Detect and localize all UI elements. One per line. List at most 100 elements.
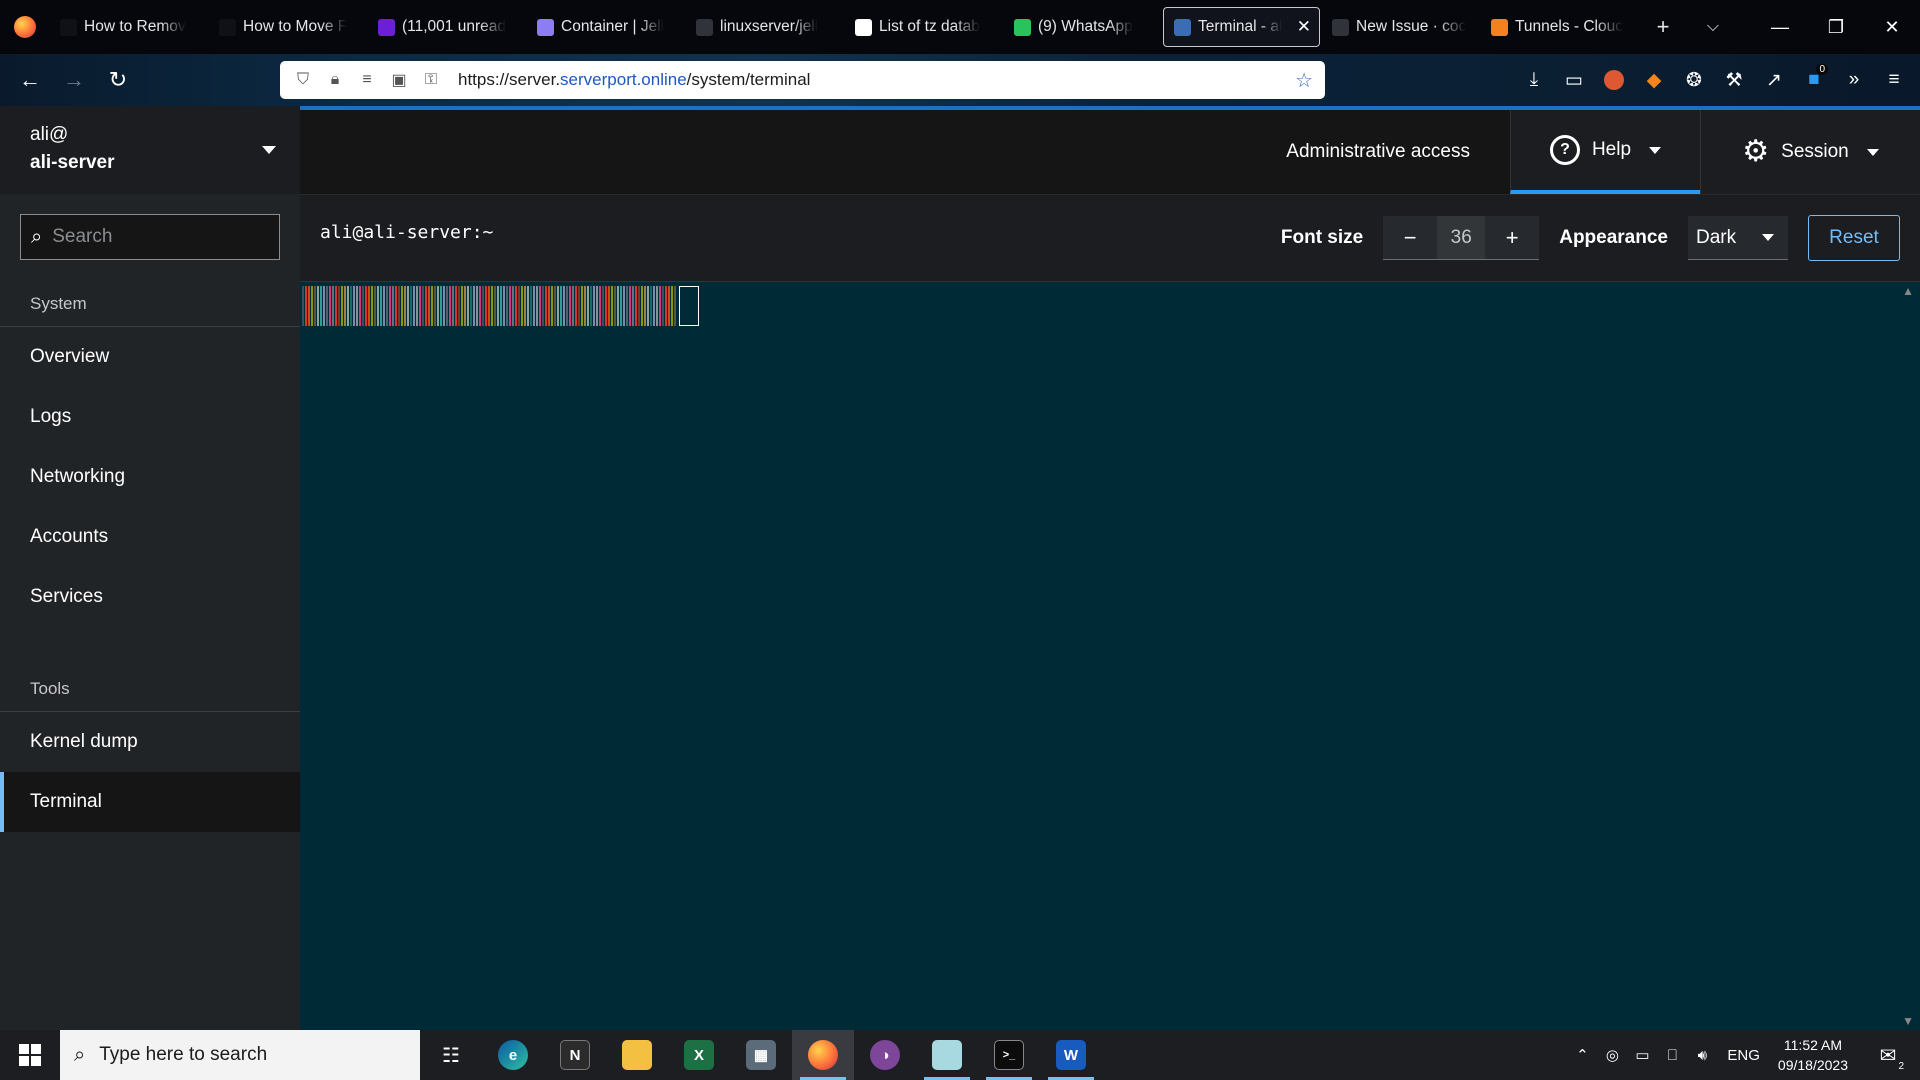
github-icon [1332, 18, 1349, 36]
browser-tab[interactable]: (9) WhatsApp [1004, 7, 1161, 47]
font-size-value[interactable]: 36 [1437, 216, 1486, 260]
duckduckgo-icon[interactable] [1596, 60, 1632, 100]
browser-tab-label: New Issue · coc [1356, 18, 1467, 35]
browser-tab[interactable]: (11,001 unread [368, 7, 525, 47]
browser-tab[interactable]: Terminal - al ✕ [1163, 7, 1320, 47]
taskbar-edge[interactable]: e [482, 1030, 544, 1080]
main-content: Administrative access ? Help ⚙ Session a… [300, 106, 1920, 1030]
github-icon [696, 18, 713, 36]
show-hidden-icons-icon[interactable]: ⌃ [1571, 1046, 1593, 1064]
sidebar-item-logs[interactable]: Logs [0, 387, 300, 447]
help-menu[interactable]: ? Help [1510, 110, 1700, 194]
downloads-icon[interactable]: ⤓ [1516, 60, 1552, 100]
share-icon[interactable]: ↗ [1756, 60, 1792, 100]
host-switcher[interactable]: ali@ ali-server [0, 106, 300, 194]
language-indicator[interactable]: ENG [1727, 1047, 1760, 1064]
permissions-icon[interactable]: ≡ [356, 69, 378, 91]
metamask-icon[interactable]: ◆ [1636, 60, 1672, 100]
network-icon[interactable]: ⎕ [1661, 1047, 1683, 1064]
extension-card-icon[interactable]: ▭ [1556, 60, 1592, 100]
minimize-window-button[interactable]: — [1752, 0, 1808, 54]
system-tray: ⌃ ◎ ▭ ⎕ 🔊︎ ENG 11:52 AM 09/18/2023 ✉ 2 [1571, 1030, 1920, 1080]
terminal-screen[interactable]: ▲ ▼ [300, 282, 1920, 1030]
sidebar-item-networking[interactable]: Networking [0, 447, 300, 507]
taskbar-search[interactable]: ⌕ Type here to search [60, 1030, 420, 1080]
back-button[interactable]: ← [8, 60, 52, 100]
help-icon: ? [1549, 135, 1580, 165]
bookmark-star-icon[interactable]: ☆ [1295, 68, 1313, 93]
address-bar[interactable]: ⛉ 🔒︎ ≡ ▣ ⚿ https://server.serverport.onl… [280, 61, 1325, 99]
taskbar-notepad[interactable] [916, 1030, 978, 1080]
firefox-icon [808, 1040, 838, 1070]
scroll-down-arrow-icon[interactable]: ▼ [1902, 1014, 1914, 1028]
shield-icon[interactable]: ⛉ [292, 69, 314, 91]
search-input[interactable] [52, 226, 253, 248]
firefox-icon[interactable] [0, 0, 50, 54]
lock-icon[interactable]: 🔒︎ [324, 69, 346, 91]
key-icon[interactable]: ⚿ [420, 69, 442, 91]
close-tab-icon[interactable]: ✕ [1297, 17, 1311, 37]
appearance-select[interactable]: Dark [1688, 216, 1788, 260]
sidebar-search[interactable]: ⌕ [20, 214, 280, 260]
hamburger-menu-icon[interactable]: ≡ [1876, 60, 1912, 100]
webcam-icon[interactable]: ◎ [1601, 1046, 1623, 1064]
sidebar-item-kernel-dump[interactable]: Kernel dump [0, 712, 300, 772]
caret-down-icon[interactable] [262, 146, 276, 154]
notion-icon: N [560, 1040, 590, 1070]
windows-logo-icon [19, 1044, 41, 1066]
battery-icon[interactable]: ▭ [1631, 1046, 1653, 1064]
sidebar-item-overview[interactable]: Overview [0, 327, 300, 387]
reload-button[interactable]: ↻ [96, 60, 140, 100]
caret-down-icon [1866, 148, 1879, 156]
session-menu[interactable]: ⚙ Session [1700, 110, 1920, 194]
reset-button[interactable]: Reset [1808, 215, 1900, 261]
sidebar-item-services[interactable]: Services [0, 567, 300, 627]
browser-tab[interactable]: Container | Jell [527, 7, 684, 47]
taskbar-tor[interactable]: ◑ [854, 1030, 916, 1080]
browser-tab-bar: How to Remov How to Move F (11,001 unread C… [0, 0, 1920, 54]
font-size-decrease-button[interactable]: − [1383, 216, 1438, 260]
browser-tab[interactable]: How to Move F [209, 7, 366, 47]
volume-icon[interactable]: 🔊︎ [1691, 1047, 1713, 1064]
sidebar-item-accounts[interactable]: Accounts [0, 507, 300, 567]
browser-tab[interactable]: Tunnels - Clouc [1481, 7, 1638, 47]
extension-puzzle-icon[interactable]: ❂ [1676, 60, 1712, 100]
search-icon: ⌕ [31, 225, 43, 248]
globe-icon [219, 18, 236, 36]
terminal-toolbar: ali@ali-server:~ Font size − 36 + Appear… [300, 194, 1920, 282]
tor-icon: ◑ [870, 1040, 900, 1070]
scroll-up-arrow-icon[interactable]: ▲ [1902, 284, 1914, 298]
more-tools-icon[interactable]: » [1836, 60, 1872, 100]
browser-tab[interactable]: List of tz datab [845, 7, 1002, 47]
task-view-button[interactable]: ☷ [420, 1030, 482, 1080]
forward-button[interactable]: → [52, 60, 96, 100]
new-tab-button[interactable]: + [1638, 0, 1688, 54]
browser-tab[interactable]: linuxserver/jell [686, 7, 843, 47]
taskbar-firefox[interactable] [792, 1030, 854, 1080]
top-bar: Administrative access ? Help ⚙ Session [300, 106, 1920, 194]
start-button[interactable] [0, 1030, 60, 1080]
browser-tab-label: How to Move F [243, 18, 348, 35]
image-icon[interactable]: ▣ [388, 69, 410, 91]
close-window-button[interactable]: ✕ [1864, 0, 1920, 54]
sidebar-item-terminal[interactable]: Terminal [0, 772, 300, 832]
browser-tab-label: linuxserver/jell [720, 18, 819, 35]
section-tools: Tools [0, 627, 300, 712]
clock[interactable]: 11:52 AM 09/18/2023 [1778, 1035, 1848, 1075]
taskbar-notion[interactable]: N [544, 1030, 606, 1080]
extension-badge-icon[interactable]: ■ 0 [1796, 60, 1832, 100]
taskbar-calculator[interactable]: ▦ [730, 1030, 792, 1080]
administrative-access-button[interactable]: Administrative access [1286, 141, 1470, 163]
browser-tab[interactable]: How to Remov [50, 7, 207, 47]
notification-center-button[interactable]: ✉ 2 [1866, 1030, 1910, 1080]
wrench-icon[interactable]: ⚒ [1716, 60, 1752, 100]
taskbar-terminal[interactable]: >_ [978, 1030, 1040, 1080]
taskbar-word[interactable]: W [1040, 1030, 1102, 1080]
list-all-tabs-button[interactable]: ⌵ [1688, 0, 1738, 54]
url-text[interactable]: https://server.serverport.online/system/… [458, 70, 810, 90]
taskbar-excel[interactable]: X [668, 1030, 730, 1080]
browser-tab[interactable]: New Issue · coc [1322, 7, 1479, 47]
restore-window-button[interactable]: ❐ [1808, 0, 1864, 54]
font-size-increase-button[interactable]: + [1485, 216, 1540, 260]
taskbar-file-explorer[interactable] [606, 1030, 668, 1080]
